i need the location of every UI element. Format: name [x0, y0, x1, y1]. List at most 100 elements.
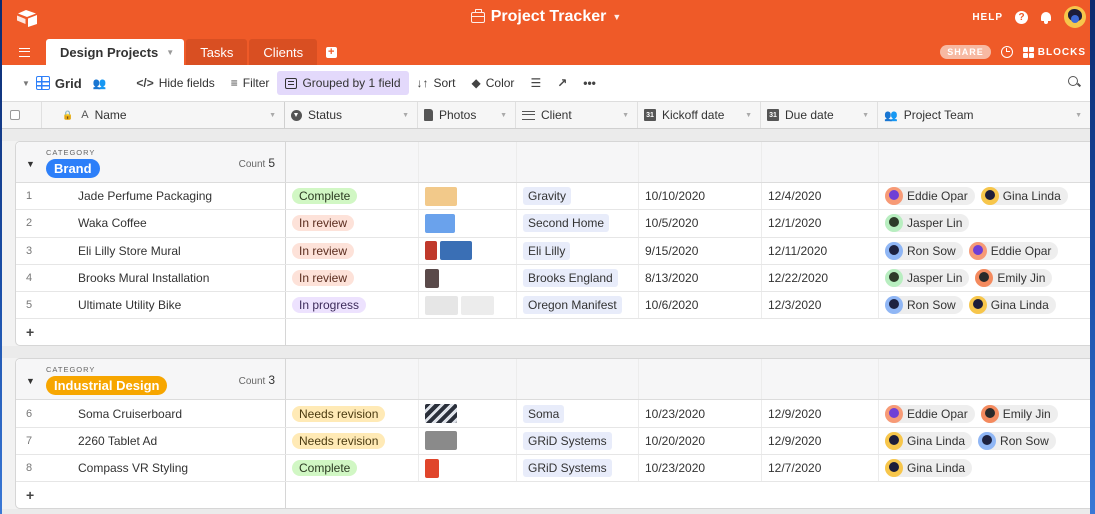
chevron-down-icon[interactable]: ▼: [166, 48, 174, 57]
chevron-down-icon[interactable]: ▼: [862, 112, 869, 119]
photo-thumbnail[interactable]: [425, 213, 455, 233]
photo-thumbnail[interactable]: [425, 241, 437, 261]
kickoff-date[interactable]: 10/23/2020: [639, 455, 762, 482]
table-row[interactable]: 3 Eli Lilly Store Mural In review Eli Lilly…: [16, 237, 1090, 265]
due-date[interactable]: 12/22/2020: [762, 264, 879, 292]
client-link[interactable]: Gravity: [523, 187, 572, 206]
record-name[interactable]: Eli Lilly Store Mural: [43, 237, 286, 264]
record-name[interactable]: Compass VR Styling: [43, 455, 286, 482]
status-cell[interactable]: In review: [286, 210, 419, 237]
record-name[interactable]: Brooks Mural Installation: [43, 264, 286, 292]
help-link[interactable]: HELP: [972, 12, 1003, 23]
due-date[interactable]: 12/9/2020: [762, 400, 879, 427]
collapse-triangle-icon[interactable]: ▼: [26, 376, 35, 386]
kickoff-date[interactable]: 10/6/2020: [639, 292, 762, 319]
photos-cell[interactable]: [419, 210, 517, 237]
team-cell[interactable]: Jasper Lin Emily Jin: [879, 265, 1090, 291]
status-cell[interactable]: Needs revision: [286, 427, 419, 455]
collaborator-chip[interactable]: Ron Sow: [885, 241, 963, 260]
column-header-kickoff-date[interactable]: 31 Kickoff date ▼: [638, 102, 761, 128]
team-cell[interactable]: Gina Linda Ron Sow: [879, 428, 1090, 454]
client-cell[interactable]: Eli Lilly: [517, 237, 639, 264]
collaborator-chip[interactable]: Jasper Lin: [885, 214, 970, 233]
photo-thumbnail[interactable]: [440, 241, 472, 261]
kickoff-date[interactable]: 9/15/2020: [639, 237, 762, 264]
hide-fields-button[interactable]: </> Hide fields: [128, 71, 222, 95]
photos-cell[interactable]: [419, 183, 517, 210]
collaborators-icon[interactable]: 👥: [93, 77, 107, 90]
collaborator-chip[interactable]: Ron Sow: [885, 296, 963, 315]
table-row[interactable]: 8 Compass VR Styling Complete GRiD Systems 1…: [16, 455, 1090, 483]
column-header-status[interactable]: Status ▼: [285, 102, 418, 128]
collaborator-chip[interactable]: Gina Linda: [885, 431, 973, 450]
collaborator-chip[interactable]: Gina Linda: [980, 187, 1068, 206]
status-cell[interactable]: In review: [286, 264, 419, 292]
client-cell[interactable]: Second Home: [517, 210, 639, 237]
photos-cell[interactable]: [419, 427, 517, 455]
team-cell[interactable]: Ron Sow Gina Linda: [879, 292, 1090, 318]
client-cell[interactable]: GRiD Systems: [517, 427, 639, 455]
client-link[interactable]: Brooks England: [523, 269, 618, 288]
photo-thumbnail[interactable]: [425, 458, 439, 478]
client-link[interactable]: Oregon Manifest: [523, 296, 622, 315]
due-date[interactable]: 12/3/2020: [762, 292, 879, 319]
table-row[interactable]: 1 Jade Perfume Packaging Complete Gravity 10…: [16, 183, 1090, 211]
photo-thumbnail[interactable]: [425, 186, 457, 206]
client-cell[interactable]: GRiD Systems: [517, 455, 639, 482]
client-cell[interactable]: Soma: [517, 400, 639, 427]
color-button[interactable]: ◆ Color: [464, 71, 523, 95]
add-table-button[interactable]: +: [319, 39, 343, 65]
status-cell[interactable]: Needs revision: [286, 400, 419, 427]
due-date[interactable]: 12/11/2020: [762, 237, 879, 264]
collapse-triangle-icon[interactable]: ▼: [26, 159, 35, 169]
column-header-project-team[interactable]: 👥 Project Team ▼: [878, 102, 1090, 128]
record-name[interactable]: Jade Perfume Packaging: [43, 183, 286, 210]
kickoff-date[interactable]: 10/20/2020: [639, 427, 762, 455]
group-button[interactable]: Grouped by 1 field: [277, 71, 409, 95]
kickoff-date[interactable]: 10/5/2020: [639, 210, 762, 237]
status-cell[interactable]: Complete: [286, 455, 419, 482]
chevron-down-icon[interactable]: ▼: [402, 112, 409, 119]
kickoff-date[interactable]: 10/23/2020: [639, 400, 762, 427]
photo-thumbnail[interactable]: [425, 431, 457, 451]
group-header[interactable]: ▼ CATEGORY Industrial Design Count 3: [16, 359, 1090, 401]
client-link[interactable]: Soma: [523, 404, 565, 423]
collaborator-chip[interactable]: Eddie Opar: [885, 404, 975, 423]
client-cell[interactable]: Gravity: [517, 183, 639, 210]
team-cell[interactable]: Ron Sow Eddie Opar: [879, 238, 1090, 264]
client-link[interactable]: Second Home: [523, 214, 610, 233]
collaborator-chip[interactable]: Gina Linda: [885, 459, 973, 478]
team-cell[interactable]: Gina Linda: [879, 455, 1090, 481]
collaborator-chip[interactable]: Ron Sow: [978, 431, 1056, 450]
client-link[interactable]: Eli Lilly: [523, 241, 571, 260]
due-date[interactable]: 12/4/2020: [762, 183, 879, 210]
collaborator-chip[interactable]: Emily Jin: [975, 269, 1053, 288]
team-cell[interactable]: Eddie Opar Emily Jin: [879, 400, 1090, 426]
add-record-icon[interactable]: +: [16, 482, 286, 509]
collaborator-chip[interactable]: Emily Jin: [980, 404, 1058, 423]
search-icon[interactable]: [1068, 76, 1080, 88]
chevron-down-icon[interactable]: ▼: [500, 112, 507, 119]
column-header-name[interactable]: 🔒 A Name ▼: [42, 102, 285, 128]
sort-button[interactable]: ↓↑ Sort: [409, 71, 464, 95]
add-record-row[interactable]: +: [16, 482, 1090, 509]
tab-design-projects[interactable]: Design Projects ▼: [46, 39, 185, 65]
add-record-row[interactable]: +: [16, 319, 1090, 346]
chevron-down-icon[interactable]: ▼: [1075, 112, 1082, 119]
share-view-button[interactable]: ↗: [549, 71, 575, 95]
blocks-button[interactable]: BLOCKS: [1022, 46, 1086, 58]
chevron-down-icon[interactable]: ▼: [745, 112, 752, 119]
tab-tasks[interactable]: Tasks: [186, 39, 248, 65]
collaborator-chip[interactable]: Eddie Opar: [885, 187, 975, 206]
photo-thumbnail[interactable]: [425, 404, 457, 424]
client-link[interactable]: GRiD Systems: [523, 431, 612, 450]
history-icon[interactable]: [1000, 46, 1013, 58]
photos-cell[interactable]: [419, 264, 517, 292]
team-cell[interactable]: Jasper Lin: [879, 210, 1090, 236]
photos-cell[interactable]: [419, 292, 517, 319]
record-name[interactable]: Soma Cruiserboard: [43, 400, 286, 427]
base-title-button[interactable]: Project Tracker ▼: [2, 8, 1090, 26]
photo-thumbnail[interactable]: [425, 268, 439, 288]
due-date[interactable]: 12/1/2020: [762, 210, 879, 237]
photos-cell[interactable]: [419, 455, 517, 482]
